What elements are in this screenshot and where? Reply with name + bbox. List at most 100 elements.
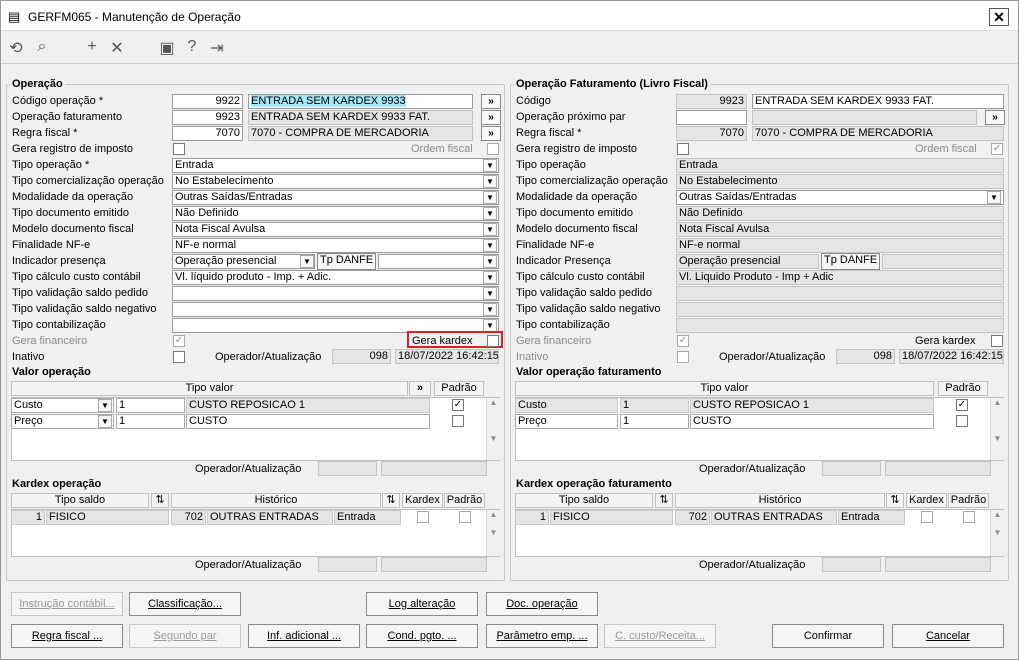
chevron-down-icon[interactable]: ▼ <box>98 415 112 428</box>
val-neg-select[interactable] <box>172 302 499 317</box>
close-button[interactable]: ✕ <box>989 8 1009 26</box>
ordem-checkbox[interactable] <box>487 143 499 155</box>
codigo-go-button[interactable]: » <box>481 94 501 109</box>
r-ordem-checkbox[interactable]: ✓ <box>991 143 1003 155</box>
chevron-down-icon[interactable]: ▼ <box>483 239 497 252</box>
log-button[interactable]: Log alteração <box>366 592 478 616</box>
regra-go-button[interactable]: » <box>481 126 501 141</box>
tp-danfe-button[interactable]: Tp DANFE <box>317 253 376 270</box>
chevron-down-icon[interactable]: ▼ <box>483 287 497 300</box>
valor-operador-label: Operador/Atualização <box>195 463 302 475</box>
valor-row-desc: CUSTO <box>186 414 430 429</box>
chevron-down-icon[interactable]: ▼ <box>483 223 497 236</box>
r-prox-go-button[interactable]: » <box>985 110 1005 125</box>
r-prox-field[interactable] <box>676 110 747 125</box>
codigo-desc-field[interactable]: ENTRADA SEM KARDEX 9933 <box>248 94 473 109</box>
r-valor-row-padrao[interactable] <box>956 415 968 427</box>
r-gera-kardex-checkbox[interactable] <box>991 335 1003 347</box>
segundo-par-button[interactable]: Segundo par <box>129 624 241 648</box>
custo-select[interactable]: Vl. líquido produto - Imp. + Adic. <box>172 270 499 285</box>
exit-icon[interactable]: ⇥ <box>207 38 227 58</box>
sort-icon[interactable]: ⇅ <box>886 493 904 508</box>
sort-icon[interactable]: ⇅ <box>655 493 673 508</box>
r-inativo-checkbox[interactable] <box>677 351 689 363</box>
gera-fin-checkbox[interactable]: ✓ <box>173 335 185 347</box>
r-valor-row-padrao[interactable]: ✓ <box>956 399 968 411</box>
r-valor-row-qtd: 1 <box>620 414 689 429</box>
modelo-select[interactable]: Nota Fiscal Avulsa <box>172 222 499 237</box>
chevron-down-icon[interactable]: ▼ <box>98 399 112 412</box>
indicador-select[interactable]: Operação presencial <box>172 254 315 269</box>
kardex-row-hcod: 702 <box>171 510 206 525</box>
val-ped-select[interactable] <box>172 286 499 301</box>
sort-icon[interactable]: ⇅ <box>382 493 400 508</box>
cancelar-button[interactable]: Cancelar <box>892 624 1004 648</box>
tp-danfe-select[interactable] <box>378 254 499 269</box>
r-modelo-label: Modelo documento fiscal <box>516 223 638 235</box>
r-modal-select[interactable]: Outras Saídas/Entradas <box>676 190 1004 205</box>
kardex-row-kardex[interactable] <box>417 511 429 523</box>
codigo-field[interactable]: 9922 <box>172 94 243 109</box>
inativo-checkbox[interactable] <box>173 351 185 363</box>
parametro-button[interactable]: Parâmetro emp. ... <box>486 624 598 648</box>
chevron-down-icon[interactable]: ▼ <box>483 207 497 220</box>
gera-kardex-checkbox[interactable] <box>487 335 499 347</box>
op-fat-go-button[interactable]: » <box>481 110 501 125</box>
confirmar-button[interactable]: Confirmar <box>772 624 884 648</box>
r-kardex-row-padrao[interactable] <box>963 511 975 523</box>
op-fat-field[interactable]: 9923 <box>172 110 243 125</box>
kardex-row-padrao[interactable] <box>459 511 471 523</box>
chevron-down-icon[interactable]: ▼ <box>987 191 1001 204</box>
r-valor-scrollbar[interactable]: ▲ ▼ <box>990 398 1004 460</box>
r-tp-danfe-button[interactable]: Tp DANFE <box>821 253 880 270</box>
r-kardex-atualizacao-field <box>885 557 991 572</box>
calendar-icon[interactable]: ▣ <box>157 38 177 58</box>
regra-button[interactable]: Regra fiscal ... <box>11 624 123 648</box>
tipo-doc-select[interactable]: Não Definido <box>172 206 499 221</box>
finalidade-select[interactable]: NF-e normal <box>172 238 499 253</box>
r-kardex-row-kardex[interactable] <box>921 511 933 523</box>
valor-scrollbar[interactable]: ▲ ▼ <box>486 398 500 460</box>
r-regra-field: 7070 <box>676 126 747 141</box>
add-icon[interactable]: + <box>82 38 102 56</box>
ccusto-button[interactable]: C. custo/Receita... <box>604 624 716 648</box>
chevron-down-icon[interactable]: ▼ <box>483 175 497 188</box>
cond-pgto-button[interactable]: Cond. pgto. ... <box>366 624 478 648</box>
modelo-label: Modelo documento fiscal <box>12 223 134 235</box>
chevron-down-icon[interactable]: ▼ <box>483 271 497 284</box>
kardex-col-kardex: Kardex <box>402 493 443 508</box>
refresh-icon[interactable]: ⟲ <box>6 38 26 58</box>
r-valor-row-tipo: Preço <box>515 414 618 429</box>
tipo-op-label: Tipo operação * <box>12 159 90 171</box>
help-icon[interactable]: ? <box>182 38 202 56</box>
r-gera-reg-checkbox[interactable] <box>677 143 689 155</box>
r-valor-row-qtd: 1 <box>620 398 689 413</box>
regra-field[interactable]: 7070 <box>172 126 243 141</box>
instrucao-button[interactable]: Instrução contábil... <box>11 592 123 616</box>
chevron-down-icon[interactable]: ▼ <box>483 191 497 204</box>
chevron-down-icon[interactable]: ▼ <box>483 159 497 172</box>
r-tipo-op-field: Entrada <box>676 158 1004 173</box>
chevron-down-icon[interactable]: ▼ <box>483 303 497 316</box>
valor-row-qtd[interactable]: 1 <box>116 398 185 413</box>
tipo-com-select[interactable]: No Estabelecimento <box>172 174 499 189</box>
gera-reg-checkbox[interactable] <box>173 143 185 155</box>
contab-label: Tipo contabilização <box>12 319 106 331</box>
inf-adicional-button[interactable]: Inf. adicional ... <box>248 624 360 648</box>
valor-row-padrao[interactable]: ✓ <box>452 399 464 411</box>
delete-icon[interactable]: ✕ <box>107 38 127 58</box>
chevron-down-icon[interactable]: ▼ <box>300 255 314 268</box>
kardex-scrollbar[interactable]: ▲ ▼ <box>486 510 500 556</box>
classificacao-button[interactable]: Classificação... <box>129 592 241 616</box>
modal-select[interactable]: Outras Saídas/Entradas <box>172 190 499 205</box>
sort-icon[interactable]: ⇅ <box>151 493 169 508</box>
doc-button[interactable]: Doc. operação <box>486 592 598 616</box>
chevron-down-icon[interactable]: ▼ <box>483 255 497 268</box>
valor-row-padrao[interactable] <box>452 415 464 427</box>
search-icon[interactable]: ⌕ <box>32 38 52 56</box>
valor-row-qtd[interactable]: 1 <box>116 414 185 429</box>
r-gera-fin-checkbox[interactable]: ✓ <box>677 335 689 347</box>
r-kardex-scrollbar[interactable]: ▲ ▼ <box>990 510 1004 556</box>
valor-go-button[interactable]: » <box>409 381 431 396</box>
tipo-op-select[interactable]: Entrada <box>172 158 499 173</box>
